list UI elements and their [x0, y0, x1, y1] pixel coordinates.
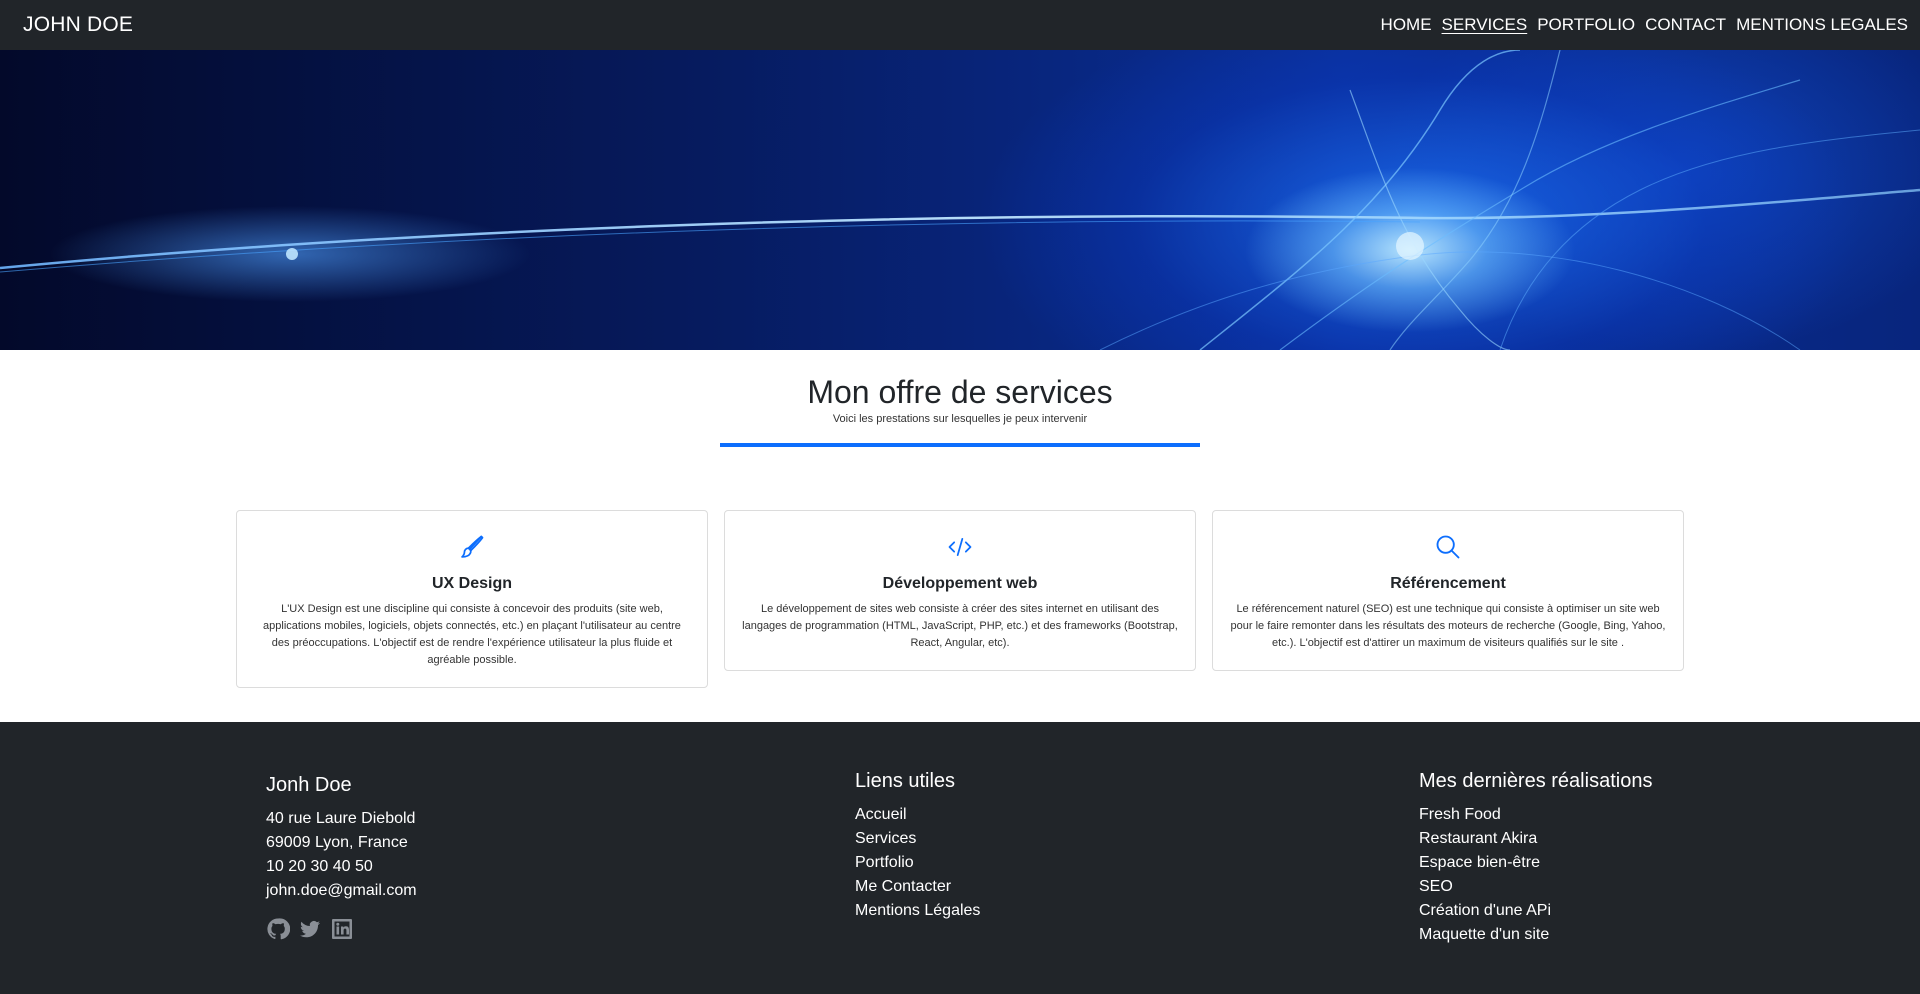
service-card-ux-design: UX Design L'UX Design est une discipline…: [236, 510, 708, 688]
service-card-referencement: Référencement Le référencement naturel (…: [1212, 510, 1684, 671]
nav-link-home[interactable]: HOME: [1381, 15, 1432, 35]
nav-link-services[interactable]: SERVICES: [1442, 15, 1528, 35]
linkedin-icon[interactable]: [330, 917, 354, 941]
code-icon: [741, 531, 1179, 563]
nav-links: HOME SERVICES PORTFOLIO CONTACT MENTIONS…: [1381, 15, 1908, 35]
footer-link-services[interactable]: Services: [855, 827, 980, 851]
services-subtitle: Voici les prestations sur lesquelles je …: [832, 413, 1088, 425]
footer-links-title: Liens utiles: [855, 770, 956, 792]
service-card-text: L'UX Design est une discipline qui consi…: [263, 603, 681, 666]
footer-contact: Jonh Doe 40 rue Laure Diebold 69009 Lyon…: [266, 774, 417, 941]
footer: Jonh Doe 40 rue Laure Diebold 69009 Lyon…: [0, 722, 1920, 994]
footer-city: 69009 Lyon, France: [266, 834, 408, 851]
search-icon: [1229, 531, 1667, 563]
footer-link-accueil[interactable]: Accueil: [855, 803, 980, 827]
service-card-title: Référencement: [1390, 575, 1506, 592]
service-card-title: Développement web: [882, 575, 1038, 592]
brand-logo[interactable]: JOHN DOE: [23, 13, 133, 37]
service-card-text: Le développement de sites web consiste à…: [742, 603, 1178, 649]
nav-link-portfolio[interactable]: PORTFOLIO: [1537, 15, 1635, 35]
footer-links: Liens utiles Accueil Services Portfolio …: [855, 770, 980, 923]
service-card-title: UX Design: [431, 575, 512, 592]
nav-link-mentions-legales[interactable]: MENTIONS LEGALES: [1736, 15, 1908, 35]
footer-phone: 10 20 30 40 50: [266, 858, 373, 875]
services-title: Mon offre de services: [807, 374, 1113, 410]
footer-work-creation-api[interactable]: Création d'une APi: [1419, 899, 1652, 923]
footer-work-fresh-food[interactable]: Fresh Food: [1419, 803, 1652, 827]
footer-work-maquette-site[interactable]: Maquette d'un site: [1419, 923, 1652, 947]
footer-work-seo[interactable]: SEO: [1419, 875, 1652, 899]
services-divider: [720, 443, 1200, 447]
footer-link-me-contacter[interactable]: Me Contacter: [855, 875, 980, 899]
footer-link-portfolio[interactable]: Portfolio: [855, 851, 980, 875]
twitter-icon[interactable]: [298, 917, 322, 941]
services-cards: UX Design L'UX Design est une discipline…: [0, 510, 1920, 688]
footer-works: Mes dernières réalisations Fresh Food Re…: [1419, 770, 1652, 947]
github-icon[interactable]: [266, 917, 290, 941]
footer-work-restaurant-akira[interactable]: Restaurant Akira: [1419, 827, 1652, 851]
nav-link-contact[interactable]: CONTACT: [1645, 15, 1726, 35]
footer-email: john.doe@gmail.com: [266, 882, 417, 899]
services-header: Mon offre de services Voici les prestati…: [0, 350, 1920, 447]
footer-works-title: Mes dernières réalisations: [1419, 770, 1653, 792]
hero-light-streaks: [0, 50, 1920, 350]
footer-link-mentions-legales[interactable]: Mentions Légales: [855, 899, 980, 923]
service-card-developpement-web: Développement web Le développement de si…: [724, 510, 1196, 671]
footer-address: 40 rue Laure Diebold: [266, 810, 416, 827]
hero-banner: [0, 50, 1920, 350]
footer-contact-name: Jonh Doe: [266, 774, 352, 796]
service-card-text: Le référencement naturel (SEO) est une t…: [1230, 603, 1666, 649]
navbar: JOHN DOE HOME SERVICES PORTFOLIO CONTACT…: [0, 0, 1920, 50]
footer-socials: [266, 917, 417, 941]
brush-icon: [253, 531, 691, 563]
footer-work-espace-bien-etre[interactable]: Espace bien-être: [1419, 851, 1652, 875]
